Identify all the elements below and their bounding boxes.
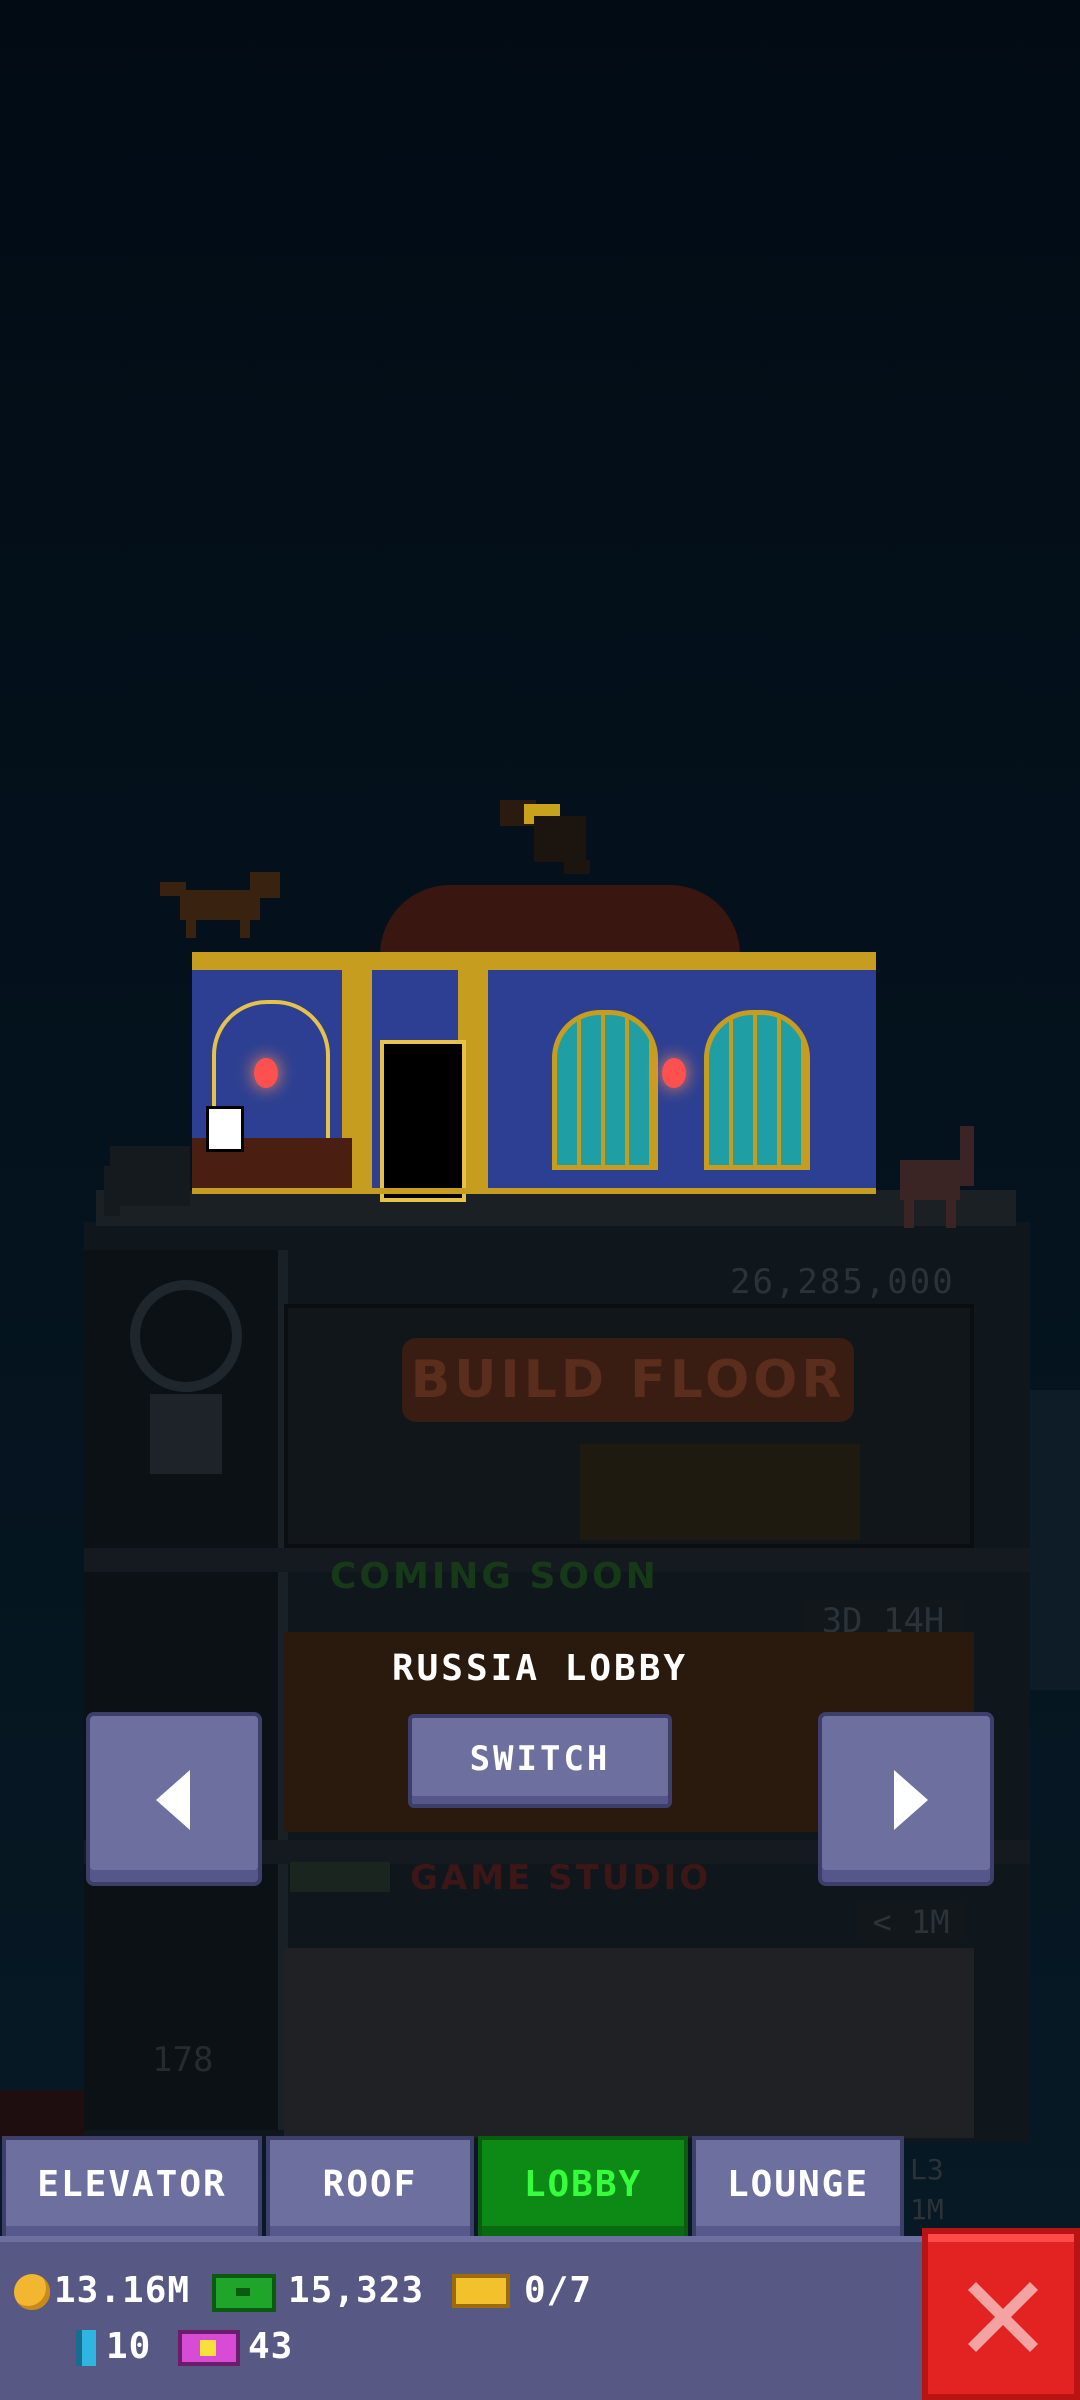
elevator-panel <box>206 1106 244 1152</box>
tab-overflow-hint: L3 1M <box>910 2150 974 2240</box>
coming-soon-label: COMING SOON <box>330 1556 659 1597</box>
resource-bar <box>0 2236 930 2400</box>
lobby-floor-trim <box>192 1188 876 1194</box>
switch-button[interactable]: SWITCH <box>408 1714 672 1808</box>
golden-ticket-icon <box>452 2274 510 2308</box>
fox-icon <box>160 872 280 938</box>
lobby-door <box>380 1040 466 1202</box>
tab-lounge[interactable]: LOUNGE <box>692 2136 904 2240</box>
previous-floor-button[interactable] <box>86 1712 262 1886</box>
vip-icon <box>178 2330 240 2366</box>
game-studio-label: GAME STUDIO <box>410 1858 712 1898</box>
game-studio-timer: < 1M <box>856 1902 966 1942</box>
close-icon <box>968 2282 1038 2352</box>
game-studio-floor[interactable] <box>284 1948 974 2138</box>
vip-value: 43 <box>248 2326 294 2367</box>
giraffe-icon <box>900 1126 974 1228</box>
tab-overflow-line: 1M <box>910 2193 944 2226</box>
arrow-left-icon <box>156 1770 190 1830</box>
floor-name-title: RUSSIA LOBBY <box>391 1648 689 1689</box>
coins-value: 13.16M <box>54 2270 191 2311</box>
russia-lobby-floor <box>192 952 876 1202</box>
elevator-car <box>150 1394 222 1474</box>
close-button[interactable] <box>922 2228 1080 2400</box>
arrow-right-icon <box>894 1770 928 1830</box>
bux-value: 15,323 <box>288 2270 425 2311</box>
tab-roof[interactable]: ROOF <box>266 2136 474 2240</box>
gems-value: 10 <box>106 2326 152 2367</box>
elevator-wheel-icon <box>130 1280 242 1392</box>
tower-roof-ledge <box>96 1190 1016 1226</box>
arched-window <box>704 1010 810 1170</box>
elephant-icon <box>104 1146 190 1216</box>
arched-window <box>552 1010 658 1170</box>
construction-workers <box>580 1444 860 1540</box>
coin-icon <box>14 2274 50 2310</box>
tab-elevator[interactable]: ELEVATOR <box>2 2136 262 2240</box>
gem-icon <box>76 2330 96 2366</box>
build-floor-sign[interactable]: BUILD FLOOR <box>402 1338 854 1422</box>
tab-lobby[interactable]: LOBBY <box>478 2136 688 2240</box>
tickets-value: 0/7 <box>524 2270 593 2311</box>
roof-dome <box>380 885 740 955</box>
tower-bux-icon <box>212 2274 276 2312</box>
next-floor-button[interactable] <box>818 1712 994 1886</box>
wall-lamp <box>662 1058 686 1088</box>
wall-lamp <box>254 1058 278 1088</box>
toucan-icon <box>500 800 590 874</box>
floor-cost-label: 26,285,000 <box>730 1262 955 1302</box>
tab-overflow-line: L3 <box>910 2153 944 2186</box>
floor-number: 178 <box>152 2040 214 2080</box>
status-icons <box>290 1862 390 1892</box>
